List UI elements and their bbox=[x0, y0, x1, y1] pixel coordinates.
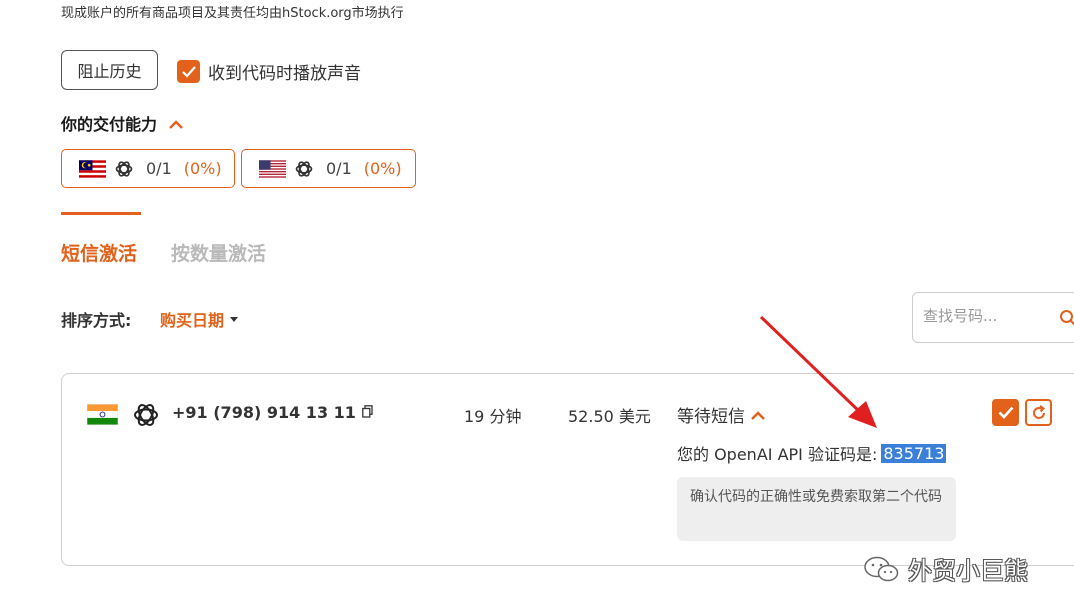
india-flag-icon bbox=[87, 404, 118, 425]
sms-prefix: 您的 OpenAI API 验证码是: bbox=[677, 445, 878, 464]
active-tab-indicator bbox=[61, 212, 141, 215]
order-duration: 19 分钟 bbox=[464, 407, 522, 426]
capability-percent: (0%) bbox=[363, 159, 402, 178]
openai-icon bbox=[295, 160, 313, 177]
search-box[interactable] bbox=[912, 292, 1074, 343]
capability-title: 你的交付能力 bbox=[61, 115, 158, 134]
malaysia-flag-icon bbox=[79, 159, 106, 178]
chevron-up-icon[interactable] bbox=[169, 114, 183, 133]
block-history-button[interactable]: 阻止历史 bbox=[61, 50, 158, 90]
caret-down-icon bbox=[230, 316, 239, 322]
play-sound-option[interactable]: 收到代码时播放声音 bbox=[177, 59, 361, 84]
refresh-icon bbox=[1032, 404, 1045, 419]
openai-icon bbox=[134, 404, 158, 426]
request-new-code-button[interactable] bbox=[1025, 399, 1052, 426]
capability-percent: (0%) bbox=[183, 159, 222, 178]
watermark: 外贸小巨熊 bbox=[862, 551, 1028, 586]
play-sound-checkbox[interactable] bbox=[177, 60, 200, 83]
confirm-code-button[interactable] bbox=[992, 399, 1019, 426]
search-icon[interactable] bbox=[1059, 309, 1074, 327]
capability-card-usa: 0/1 (0%) bbox=[241, 149, 416, 188]
copy-icon[interactable] bbox=[362, 403, 373, 422]
top-note: 现成账户的所有商品项目及其责任均由hStock.org市场执行 bbox=[61, 6, 404, 21]
search-input[interactable] bbox=[923, 307, 1053, 325]
wechat-icon bbox=[864, 556, 899, 581]
check-icon bbox=[181, 65, 196, 78]
watermark-text: 外贸小巨熊 bbox=[908, 557, 1028, 585]
play-sound-label: 收到代码时播放声音 bbox=[208, 64, 361, 84]
capability-toggle[interactable]: 你的交付能力 bbox=[61, 111, 183, 135]
phone-number: +91 (798) 914 13 11 bbox=[172, 403, 373, 422]
sort-value: 购买日期 bbox=[160, 311, 225, 330]
check-icon bbox=[998, 406, 1013, 419]
order-row: +91 (798) 914 13 11 19 分钟 52.50 美元 等待短信 … bbox=[61, 373, 1074, 566]
sms-message: 您的 OpenAI API 验证码是: 835713 bbox=[677, 441, 947, 465]
openai-icon bbox=[115, 160, 133, 177]
usa-flag-icon bbox=[259, 159, 286, 178]
chevron-up-icon[interactable] bbox=[751, 405, 765, 425]
capability-count: 0/1 bbox=[146, 159, 172, 178]
tab-quantity-activation[interactable]: 按数量激活 bbox=[171, 239, 266, 266]
sort-label: 排序方式: bbox=[61, 311, 132, 330]
phone-text: +91 (798) 914 13 11 bbox=[172, 403, 356, 422]
order-status: 等待短信 bbox=[677, 407, 745, 427]
order-status-toggle[interactable]: 等待短信 bbox=[677, 402, 765, 427]
second-code-hint: 确认代码的正确性或免费索取第二个代码 bbox=[677, 477, 956, 541]
capability-count: 0/1 bbox=[326, 159, 352, 178]
tab-sms-activation[interactable]: 短信激活 bbox=[61, 239, 137, 266]
verification-code[interactable]: 835713 bbox=[881, 443, 947, 463]
capability-card-malaysia: 0/1 (0%) bbox=[61, 149, 235, 188]
order-price: 52.50 美元 bbox=[568, 407, 651, 426]
sort-dropdown[interactable]: 购买日期 bbox=[160, 307, 239, 331]
